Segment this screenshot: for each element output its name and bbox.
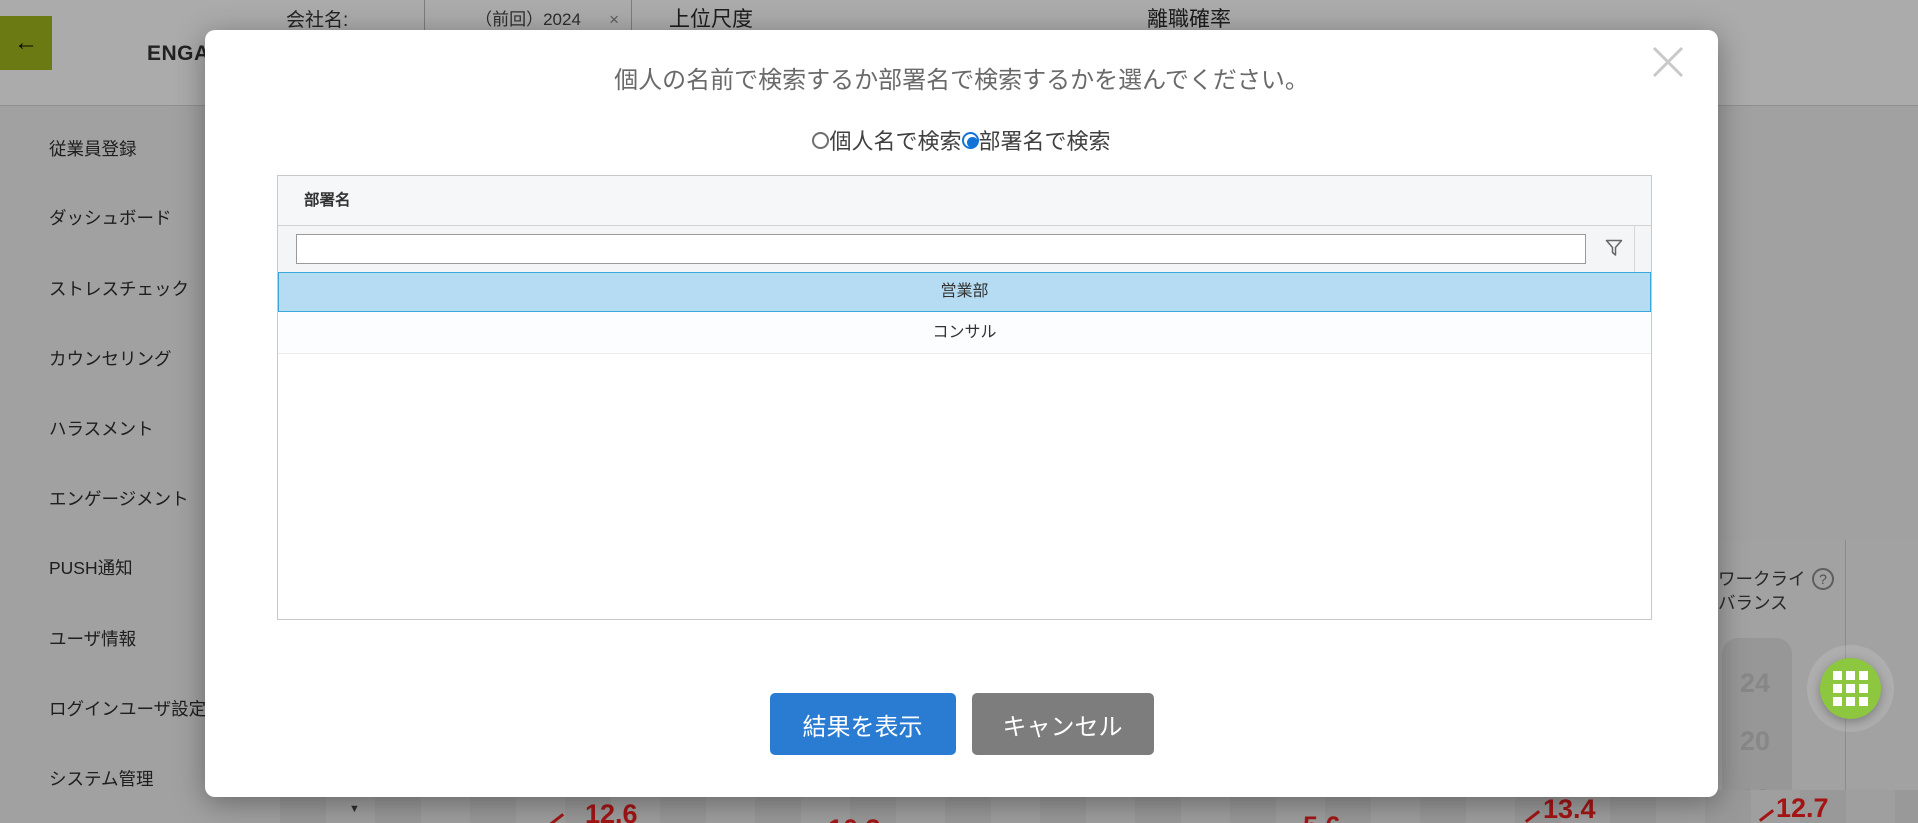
department-table: 部署名 営業部 コンサル bbox=[277, 175, 1652, 620]
radio-label: 部署名で検索 bbox=[978, 129, 1111, 154]
radio-search-by-person[interactable]: 個人名で検索 bbox=[812, 124, 962, 156]
filter-gutter-divider bbox=[1634, 226, 1635, 272]
table-row-sales-dept[interactable]: 営業部 bbox=[278, 272, 1651, 312]
screen: ← ENGAGE 会社名: （前回）2024 × 上位尺度 離職確率 従業員登録… bbox=[0, 0, 1918, 823]
grid-icon bbox=[1833, 671, 1868, 706]
filter-funnel-icon[interactable] bbox=[1604, 238, 1624, 263]
dialog-title: 個人の名前で検索するか部署名で検索するかを選んでください。 bbox=[614, 67, 1309, 94]
dialog-button-row: 結果を表示 キャンセル bbox=[205, 693, 1718, 755]
table-column-header: 部署名 bbox=[278, 176, 1651, 226]
search-mode-radio-group: 個人名で検索 部署名で検索 bbox=[205, 124, 1718, 156]
radio-search-by-department[interactable]: 部署名で検索 bbox=[961, 124, 1111, 156]
radio-label: 個人名で検索 bbox=[829, 129, 962, 154]
show-results-button[interactable]: 結果を表示 bbox=[769, 693, 956, 755]
widget-launcher-button[interactable] bbox=[1820, 658, 1881, 719]
table-row-consulting[interactable]: コンサル bbox=[278, 312, 1651, 354]
department-search-dialog: 個人の名前で検索するか部署名で検索するかを選んでください。 個人名で検索 部署名… bbox=[205, 30, 1718, 797]
radio-circle-icon bbox=[812, 131, 830, 149]
cancel-button[interactable]: キャンセル bbox=[971, 693, 1154, 755]
table-filter-row bbox=[278, 226, 1651, 272]
department-filter-input[interactable] bbox=[296, 234, 1586, 264]
radio-circle-icon bbox=[961, 131, 979, 149]
